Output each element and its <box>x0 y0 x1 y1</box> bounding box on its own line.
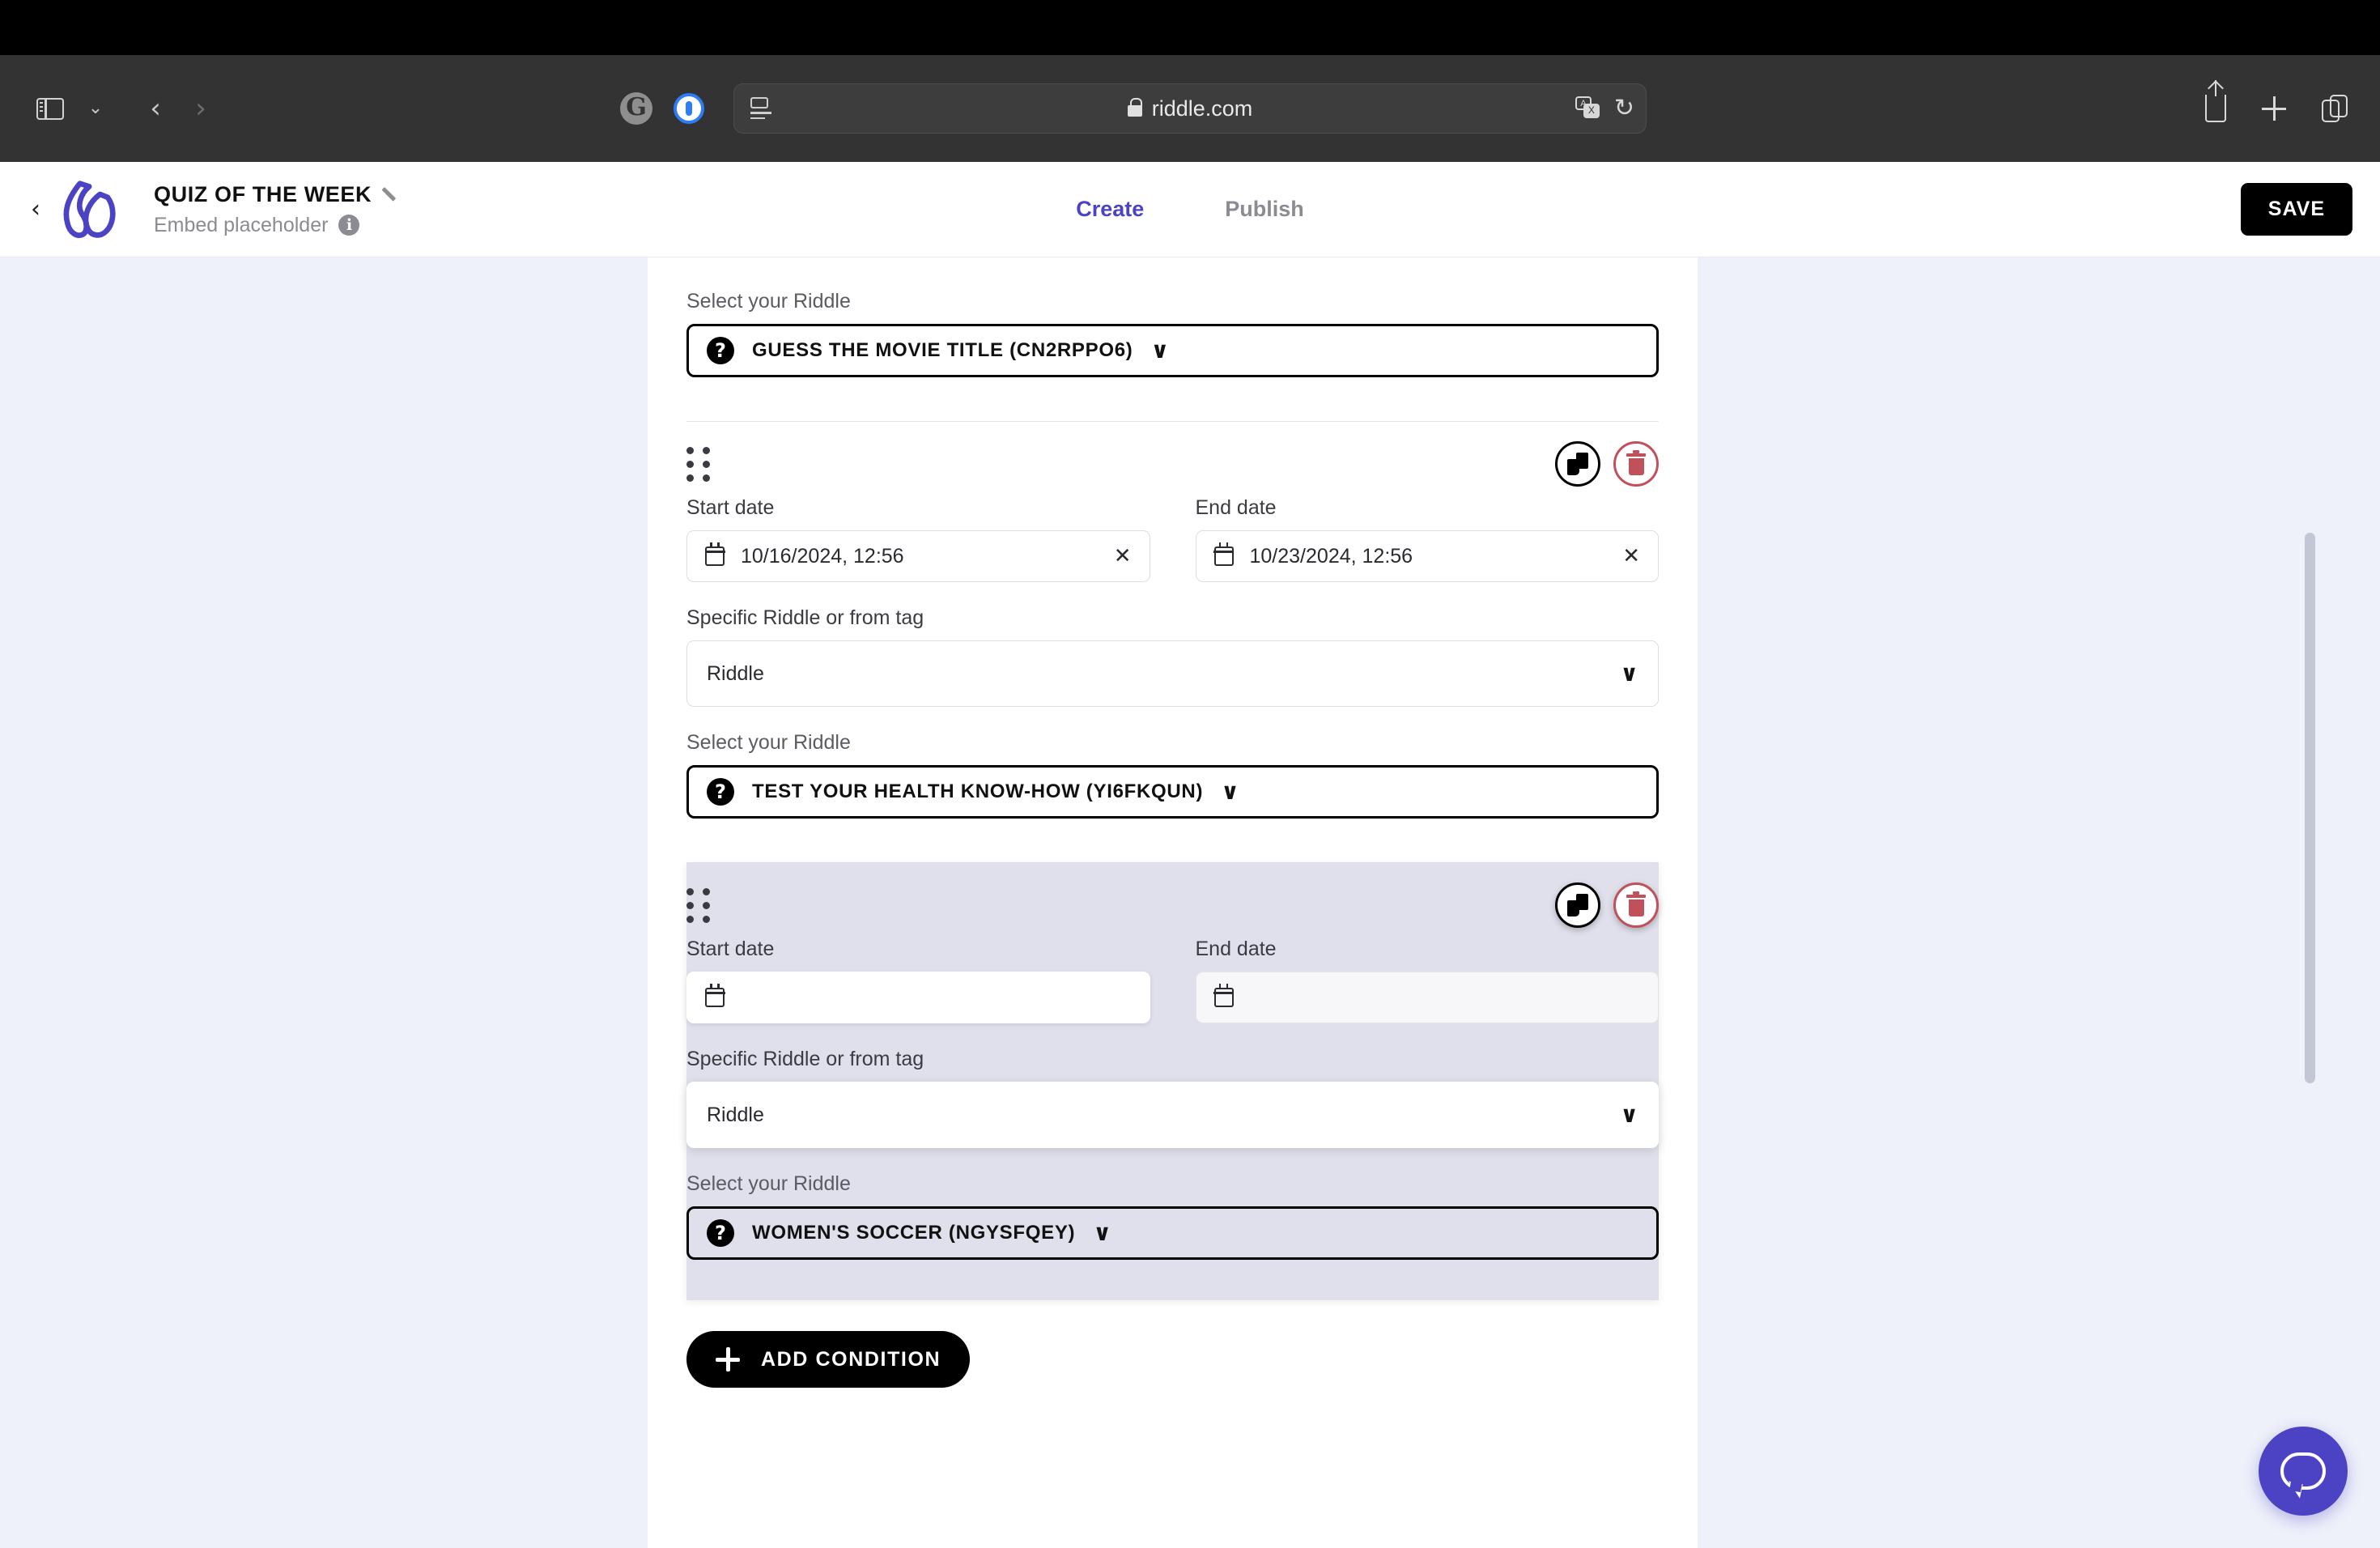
tag-value: Riddle <box>707 661 764 685</box>
browser-toolbar: ⌄ ‹ › G riddle.com AX ↻ <box>0 55 2380 162</box>
riddle-logo <box>63 180 116 238</box>
top-riddle-field: Select your Riddle ? GUESS THE MOVIE TIT… <box>686 290 1659 377</box>
end-date-value: 10/23/2024, 12:56 <box>1249 544 1413 568</box>
translate-icon[interactable]: AX <box>1575 96 1603 121</box>
1password-extension-icon[interactable] <box>674 93 704 124</box>
lock-icon <box>1127 98 1143 117</box>
calendar-icon <box>704 984 725 1007</box>
app-back-button[interactable]: ‹ <box>31 195 40 223</box>
condition-riddle-value: TEST YOUR HEALTH KNOW-HOW (YI6FKQUN) <box>752 780 1204 802</box>
tag-label: Specific Riddle or from tag <box>686 606 924 629</box>
top-riddle-select[interactable]: ? GUESS THE MOVIE TITLE (CN2RPPO6) ∨ <box>686 324 1659 377</box>
grammarly-extension-icon[interactable]: G <box>620 92 652 125</box>
condition-riddle-label: Select your Riddle <box>686 731 851 754</box>
chat-widget-button[interactable] <box>2259 1427 2348 1516</box>
trash-icon <box>1626 449 1646 475</box>
chevron-down-icon: ∨ <box>1150 337 1170 364</box>
start-date-input[interactable] <box>686 972 1150 1023</box>
add-condition-button[interactable]: ADD CONDITION <box>686 1331 971 1388</box>
end-date-label: End date <box>1195 938 1277 960</box>
start-date-label: Start date <box>686 496 775 519</box>
reload-icon[interactable]: ↻ <box>1614 96 1634 121</box>
chevron-down-icon: ∨ <box>1620 660 1638 687</box>
page-title: QUIZ OF THE WEEK <box>154 181 372 206</box>
end-date-input[interactable]: 10/23/2024, 12:56 ✕ <box>1195 530 1659 582</box>
info-icon[interactable]: i <box>338 215 360 236</box>
save-button[interactable]: SAVE <box>2240 183 2352 236</box>
duplicate-icon <box>1567 894 1588 916</box>
tag-value: Riddle <box>707 1103 764 1126</box>
address-bar[interactable]: riddle.com AX ↻ <box>733 83 1647 134</box>
page-body: Select your Riddle ? GUESS THE MOVIE TIT… <box>0 257 2380 1548</box>
calendar-icon <box>1213 542 1234 566</box>
clear-start-date-button[interactable]: ✕ <box>1114 544 1132 568</box>
page-scrollbar[interactable] <box>2305 533 2315 1083</box>
duplicate-icon <box>1567 453 1588 475</box>
top-riddle-label: Select your Riddle <box>686 290 851 313</box>
sidebar-toggle-button[interactable] <box>28 86 73 131</box>
condition-riddle-value: WOMEN'S SOCCER (NGYSFQEY) <box>752 1222 1076 1244</box>
new-tab-icon[interactable] <box>2262 96 2286 121</box>
duplicate-condition-button[interactable] <box>1555 441 1600 487</box>
chevron-down-icon: ∨ <box>1093 1219 1111 1246</box>
condition-block-dragging: Start date End date Specific Riddle or f… <box>686 863 1659 1300</box>
back-chevron-icon: ‹ <box>150 92 161 125</box>
forward-chevron-icon: › <box>195 92 206 125</box>
header-tabs: Create Publish <box>1076 197 1304 222</box>
tab-create[interactable]: Create <box>1076 197 1144 222</box>
drag-handle-icon[interactable] <box>686 446 711 482</box>
condition-block: Start date 10/16/2024, 12:56 ✕ End date … <box>686 422 1659 819</box>
tag-select[interactable]: Riddle ∨ <box>686 1082 1659 1148</box>
end-date-label: End date <box>1195 496 1277 519</box>
share-icon[interactable] <box>2205 80 2226 122</box>
condition-riddle-label: Select your Riddle <box>686 1172 851 1195</box>
tag-select[interactable]: Riddle ∨ <box>686 640 1659 707</box>
chat-bubble-icon <box>2280 1452 2326 1490</box>
duplicate-condition-button[interactable] <box>1555 882 1600 928</box>
back-button[interactable]: ‹ <box>133 86 178 131</box>
tab-publish[interactable]: Publish <box>1225 197 1304 222</box>
delete-condition-button[interactable] <box>1613 882 1659 928</box>
trash-icon <box>1626 891 1646 916</box>
chevron-down-icon: ⌄ <box>87 98 104 118</box>
question-mark-icon: ? <box>707 1219 734 1247</box>
pencil-icon[interactable] <box>383 185 401 203</box>
question-mark-icon: ? <box>707 337 734 364</box>
sidebar-dropdown-button[interactable]: ⌄ <box>73 86 118 131</box>
plus-icon <box>716 1347 740 1372</box>
delete-condition-button[interactable] <box>1613 441 1659 487</box>
os-title-bar <box>0 0 2380 55</box>
calendar-icon <box>704 542 725 566</box>
calendar-icon <box>1213 984 1234 1007</box>
reader-view-icon[interactable] <box>750 97 775 120</box>
sidebar-icon <box>36 97 64 120</box>
end-date-input[interactable] <box>1195 972 1659 1023</box>
page-subtitle: Embed placeholder <box>154 213 329 236</box>
add-condition-label: ADD CONDITION <box>761 1347 941 1371</box>
clear-end-date-button[interactable]: ✕ <box>1622 544 1640 568</box>
start-date-label: Start date <box>686 938 775 960</box>
condition-riddle-select[interactable]: ? WOMEN'S SOCCER (NGYSFQEY) ∨ <box>686 1206 1659 1260</box>
chevron-down-icon: ∨ <box>1620 1101 1638 1128</box>
tab-overview-icon[interactable] <box>2322 95 2348 122</box>
tag-label: Specific Riddle or from tag <box>686 1048 924 1070</box>
condition-riddle-select[interactable]: ? TEST YOUR HEALTH KNOW-HOW (YI6FKQUN) ∨ <box>686 765 1659 819</box>
editor-card: Select your Riddle ? GUESS THE MOVIE TIT… <box>648 257 1698 1548</box>
top-riddle-value: GUESS THE MOVIE TITLE (CN2RPPO6) <box>752 339 1133 361</box>
url-text: riddle.com <box>1151 96 1253 121</box>
question-mark-icon: ? <box>707 778 734 806</box>
start-date-value: 10/16/2024, 12:56 <box>741 544 904 568</box>
app-header: ‹ QUIZ OF THE WEEK Embed placeholder i C… <box>0 162 2380 257</box>
start-date-input[interactable]: 10/16/2024, 12:56 ✕ <box>686 530 1150 582</box>
drag-handle-icon[interactable] <box>686 887 711 923</box>
forward-button[interactable]: › <box>178 86 223 131</box>
condition-toolbar <box>686 440 1659 488</box>
chevron-down-icon: ∨ <box>1221 778 1239 805</box>
condition-toolbar <box>686 881 1659 929</box>
